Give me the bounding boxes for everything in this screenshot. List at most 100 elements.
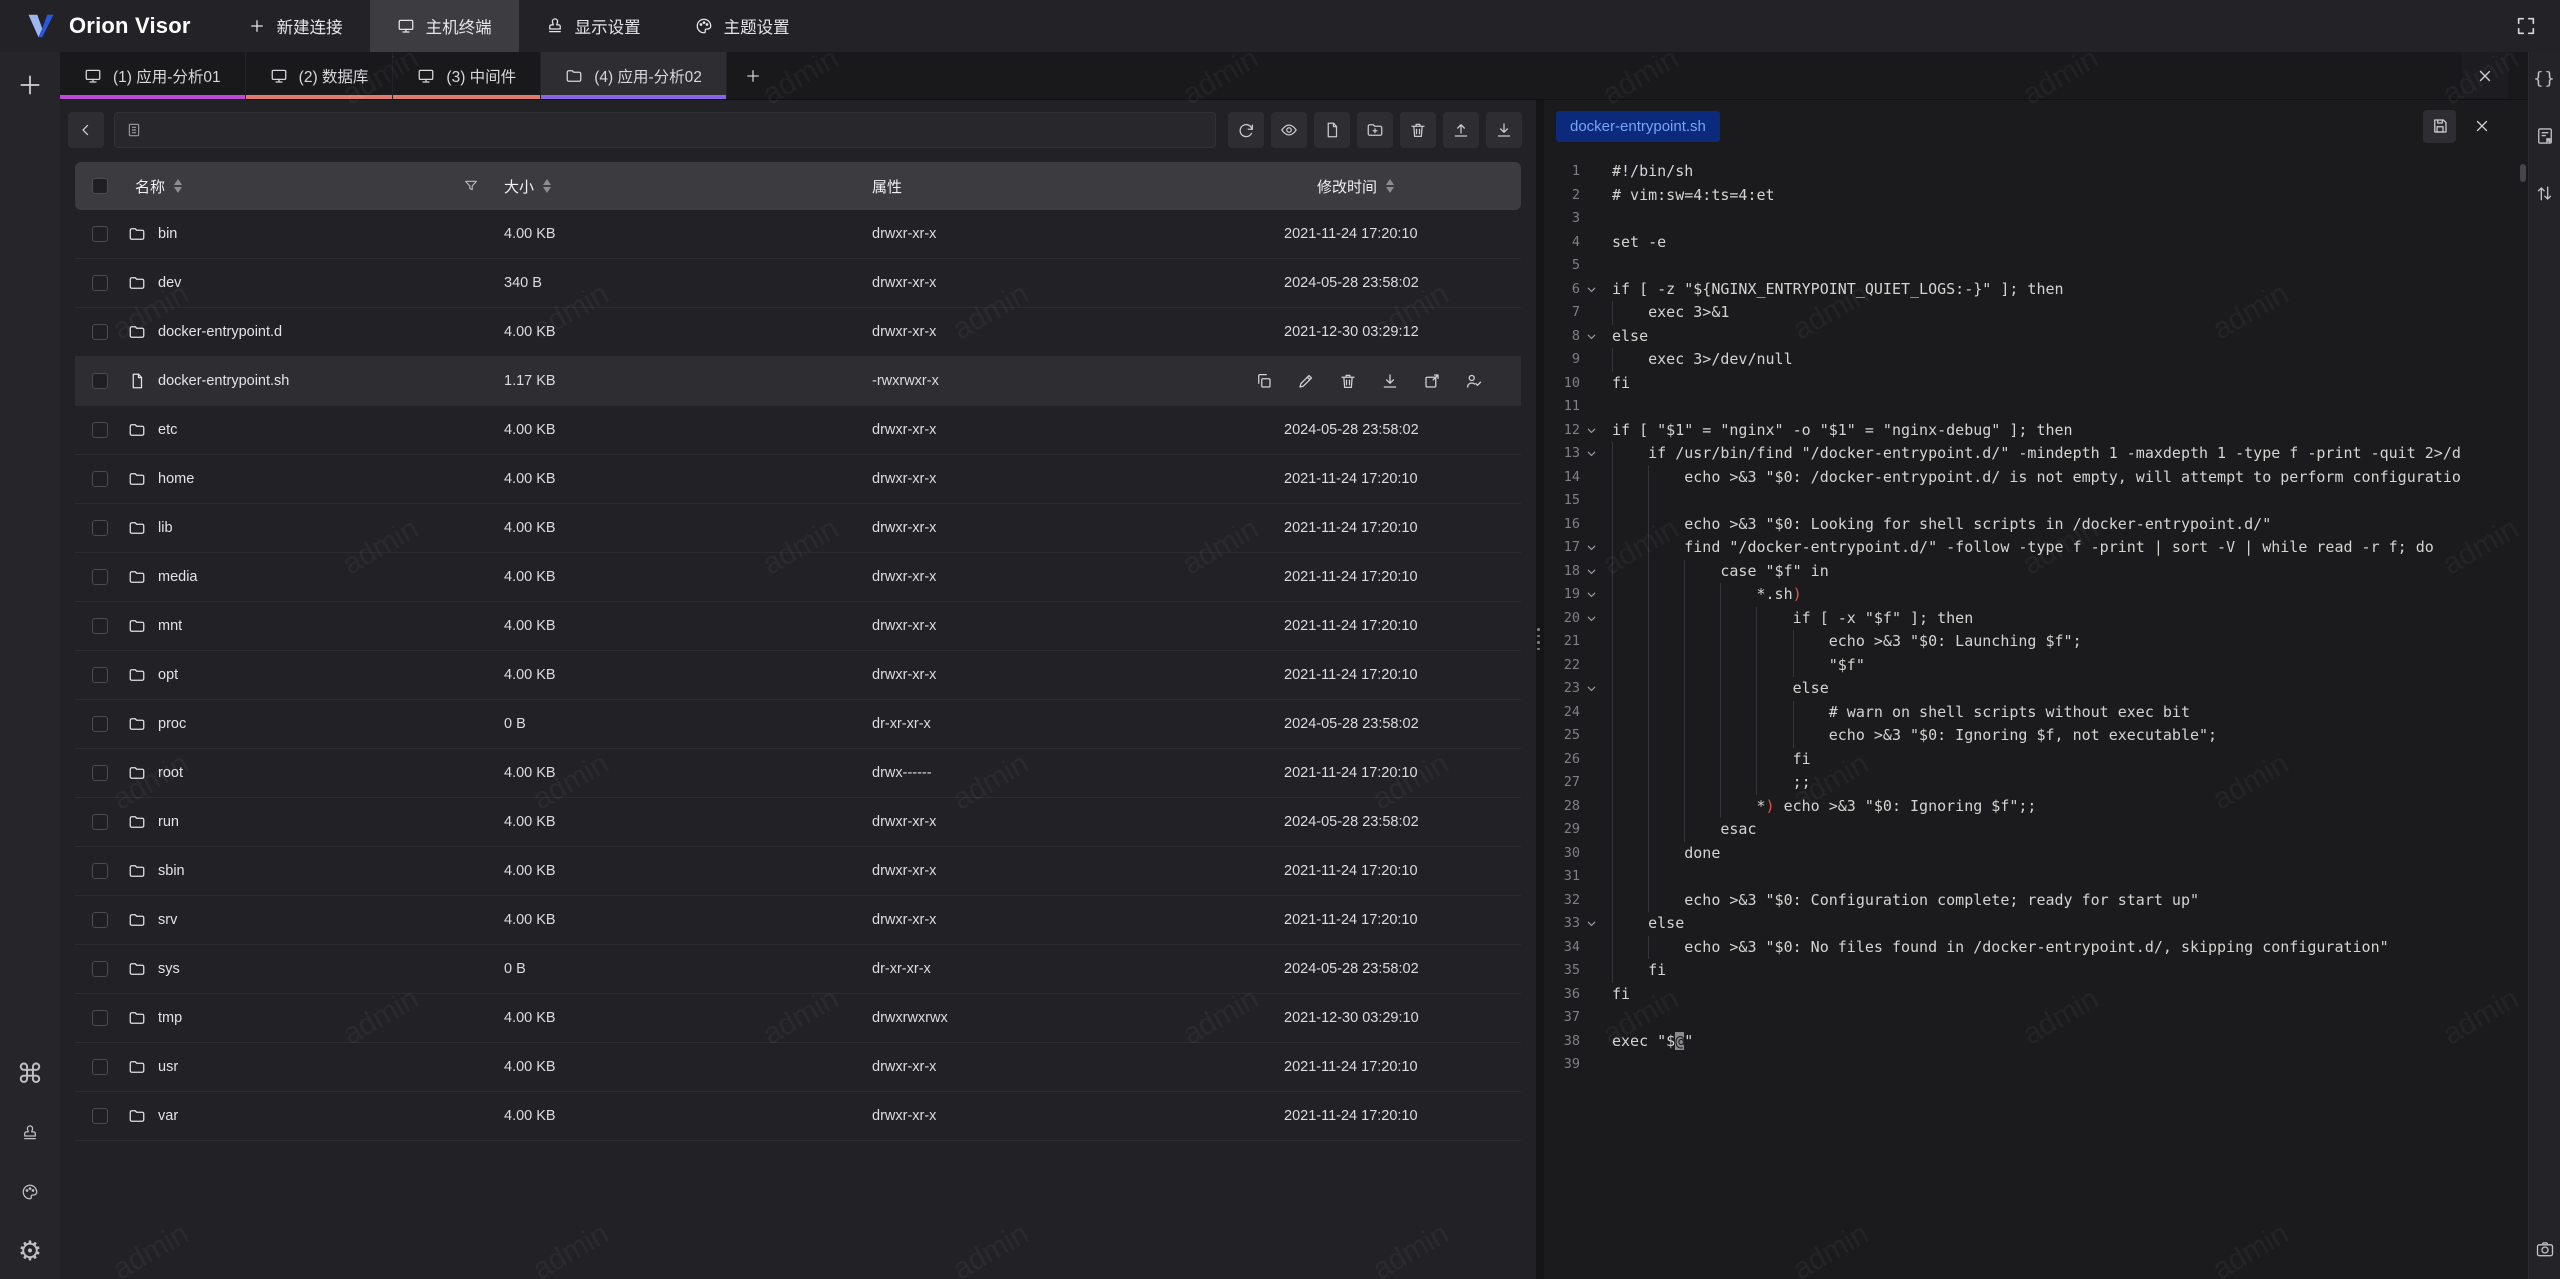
close-all-tabs-button[interactable] [2462,52,2508,99]
save-button[interactable] [2423,110,2456,143]
row-checkbox[interactable] [92,716,108,732]
new-connection-button[interactable] [10,65,50,105]
nav-item[interactable]: 新建连接 [221,0,370,52]
code-line[interactable]: 10fi [1544,372,2528,396]
code-line[interactable]: 7 exec 3>&1 [1544,301,2528,325]
code-line[interactable]: 1#!/bin/sh [1544,160,2528,184]
panel-resize-handle[interactable] [1536,100,1544,1279]
file-name-cell[interactable]: sbin [125,862,501,880]
file-new-button[interactable] [1314,112,1350,148]
nav-item[interactable]: 主机终端 [370,0,519,52]
row-checkbox[interactable] [92,275,108,291]
code-line[interactable]: 13 if /usr/bin/find "/docker-entrypoint.… [1544,442,2528,466]
filter-icon[interactable] [463,178,479,194]
code-line[interactable]: 24 # warn on shell scripts without exec … [1544,701,2528,725]
file-name-cell[interactable]: dev [125,274,501,292]
row-checkbox[interactable] [92,667,108,683]
trash-button[interactable] [1400,112,1436,148]
file-name-cell[interactable]: srv [125,911,501,929]
file-row[interactable]: lib4.00 KBdrwxr-xr-x2021-11-24 17:20:10 [75,504,1521,553]
sort-mtime-button[interactable] [1386,179,1394,193]
code-line[interactable]: 29 esac [1544,818,2528,842]
fold-chevron-icon[interactable] [1580,419,1602,443]
file-name-cell[interactable]: sys [125,960,501,978]
code-line[interactable]: 19 *.sh) [1544,583,2528,607]
gear-button[interactable]: ⚙ [15,1236,45,1266]
file-name-cell[interactable]: proc [125,715,501,733]
code-line[interactable]: 31 [1544,865,2528,889]
file-row[interactable]: srv4.00 KBdrwxr-xr-x2021-11-24 17:20:10 [75,896,1521,945]
file-row[interactable]: docker-entrypoint.d4.00 KBdrwxr-xr-x2021… [75,308,1521,357]
file-row[interactable]: bin4.00 KBdrwxr-xr-x2021-11-24 17:20:10 [75,210,1521,259]
row-checkbox[interactable] [92,1010,108,1026]
close-editor-button[interactable] [2465,110,2498,143]
eye-button[interactable] [1271,112,1307,148]
camera-button[interactable] [2531,1235,2559,1263]
braces-button[interactable]: {} [2531,65,2559,93]
transfer-icon[interactable] [1423,372,1441,390]
trash-icon[interactable] [1339,372,1357,390]
file-name-cell[interactable]: usr [125,1058,501,1076]
nav-item[interactable]: 主题设置 [668,0,817,52]
row-checkbox[interactable] [92,961,108,977]
code-line[interactable]: 8else [1544,325,2528,349]
code-line[interactable]: 2# vim:sw=4:ts=4:et [1544,184,2528,208]
fold-chevron-icon[interactable] [1580,325,1602,349]
file-name-cell[interactable]: run [125,813,501,831]
row-checkbox[interactable] [92,618,108,634]
file-name-cell[interactable]: mnt [125,617,501,635]
file-name-cell[interactable]: etc [125,421,501,439]
nav-item[interactable]: 显示设置 [519,0,668,52]
row-checkbox[interactable] [92,324,108,340]
back-button[interactable] [68,112,104,148]
brand[interactable]: Orion Visor [0,11,221,41]
fold-chevron-icon[interactable] [1580,583,1602,607]
file-name-cell[interactable]: bin [125,225,501,243]
permission-icon[interactable] [1465,372,1483,390]
file-name-cell[interactable]: root [125,764,501,782]
fold-chevron-icon[interactable] [1580,442,1602,466]
row-checkbox[interactable] [92,1108,108,1124]
code-line[interactable]: 15 [1544,489,2528,513]
file-name-cell[interactable]: docker-entrypoint.d [125,323,501,341]
code-line[interactable]: 11 [1544,395,2528,419]
code-line[interactable]: 22 "$f" [1544,654,2528,678]
code-line[interactable]: 38exec "$@" [1544,1030,2528,1054]
file-row[interactable]: sys0 Bdr-xr-xr-x2024-05-28 23:58:02 [75,945,1521,994]
row-checkbox[interactable] [92,1059,108,1075]
download-icon[interactable] [1381,372,1399,390]
fold-chevron-icon[interactable] [1580,912,1602,936]
fold-chevron-icon[interactable] [1580,607,1602,631]
row-checkbox[interactable] [92,471,108,487]
fold-chevron-icon[interactable] [1580,536,1602,560]
sort-name-button[interactable] [174,179,182,193]
file-row[interactable]: opt4.00 KBdrwxr-xr-x2021-11-24 17:20:10 [75,651,1521,700]
path-input[interactable] [114,112,1216,148]
code-line[interactable]: 12if [ "$1" = "nginx" -o "$1" = "nginx-d… [1544,419,2528,443]
code-line[interactable]: 27 ;; [1544,771,2528,795]
code-line[interactable]: 25 echo >&3 "$0: Ignoring $f, not execut… [1544,724,2528,748]
file-row[interactable]: tmp4.00 KBdrwxrwxrwx2021-12-30 03:29:10 [75,994,1521,1043]
file-row[interactable]: mnt4.00 KBdrwxr-xr-x2021-11-24 17:20:10 [75,602,1521,651]
editor-scrollbar-thumb[interactable] [2520,164,2526,182]
code-line[interactable]: 14 echo >&3 "$0: /docker-entrypoint.d/ i… [1544,466,2528,490]
doc-bookmark-button[interactable] [2531,122,2559,150]
file-name-cell[interactable]: lib [125,519,501,537]
file-row[interactable]: root4.00 KBdrwx------2021-11-24 17:20:10 [75,749,1521,798]
row-checkbox[interactable] [92,373,108,389]
file-name-cell[interactable]: tmp [125,1009,501,1027]
row-checkbox[interactable] [92,863,108,879]
file-row[interactable]: run4.00 KBdrwxr-xr-x2024-05-28 23:58:02 [75,798,1521,847]
file-name-cell[interactable]: docker-entrypoint.sh [125,372,501,390]
row-checkbox[interactable] [92,912,108,928]
code-line[interactable]: 9 exec 3>/dev/null [1544,348,2528,372]
download-button[interactable] [1486,112,1522,148]
folder-new-button[interactable] [1357,112,1393,148]
code-line[interactable]: 33 else [1544,912,2528,936]
code-line[interactable]: 28 *) echo >&3 "$0: Ignoring $f";; [1544,795,2528,819]
copy-icon[interactable] [1255,372,1273,390]
file-row[interactable]: etc4.00 KBdrwxr-xr-x2024-05-28 23:58:02 [75,406,1521,455]
file-name-cell[interactable]: media [125,568,501,586]
fold-chevron-icon[interactable] [1580,677,1602,701]
swap-button[interactable] [2531,179,2559,207]
